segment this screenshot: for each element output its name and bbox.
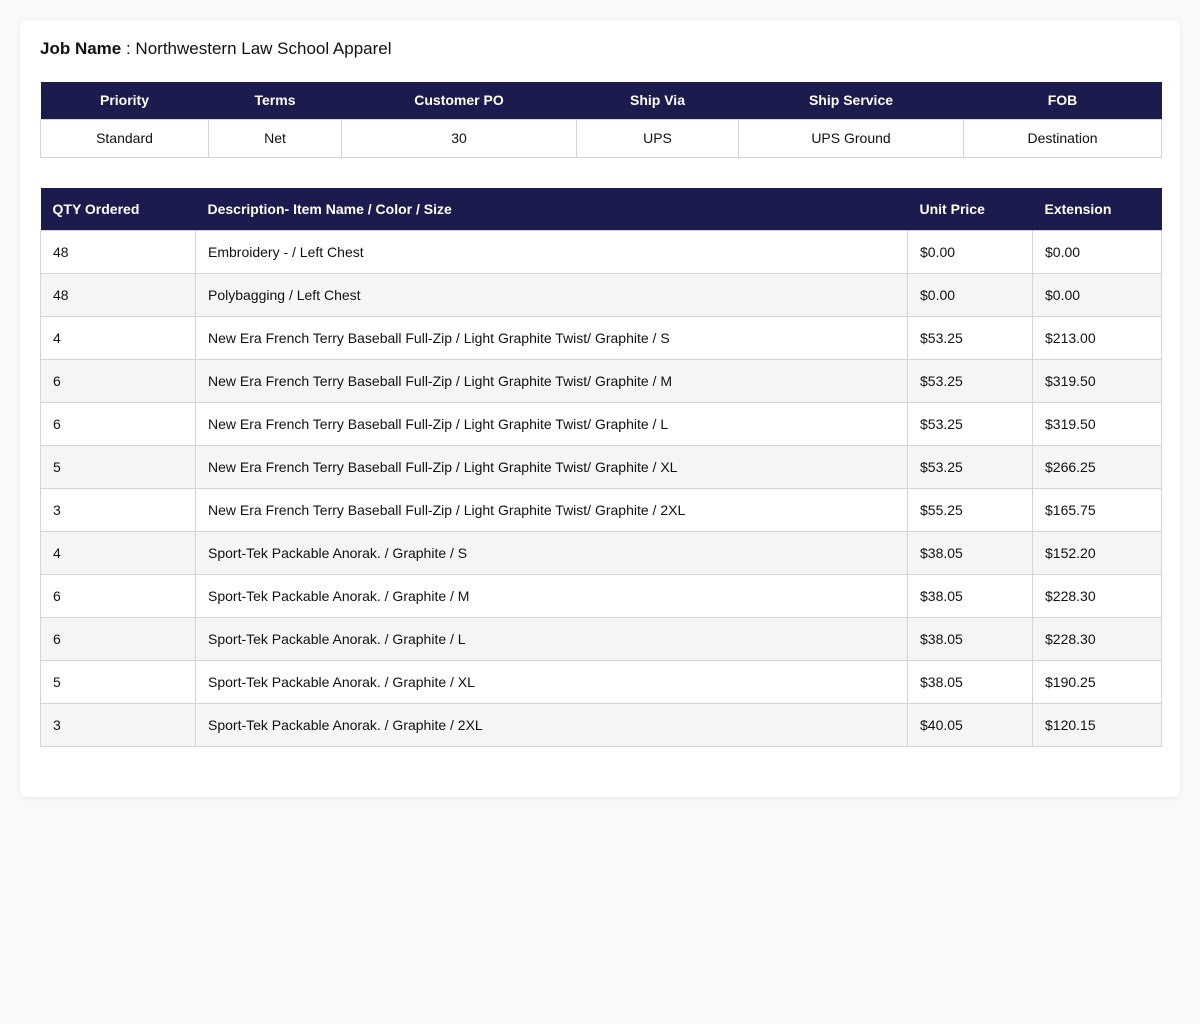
header-description: Description- Item Name / Color / Size: [195, 188, 908, 230]
cell-extension: $0.00: [1032, 229, 1162, 274]
table-row: 4 Sport-Tek Packable Anorak. / Graphite …: [40, 530, 1162, 575]
cell-extension: $319.50: [1032, 358, 1162, 403]
cell-extension: $213.00: [1032, 315, 1162, 360]
cell-unit-price: $38.05: [907, 659, 1033, 704]
table-row: 48 Embroidery - / Left Chest $0.00 $0.00: [40, 229, 1162, 274]
cell-description: New Era French Terry Baseball Full-Zip /…: [195, 444, 908, 489]
cell-unit-price: $53.25: [907, 358, 1033, 403]
table-row: 6 Sport-Tek Packable Anorak. / Graphite …: [40, 573, 1162, 618]
cell-qty: 5: [40, 659, 196, 704]
table-row: 3 New Era French Terry Baseball Full-Zip…: [40, 487, 1162, 532]
value-fob: Destination: [963, 118, 1162, 158]
cell-qty: 4: [40, 315, 196, 360]
cell-unit-price: $38.05: [907, 573, 1033, 618]
cell-unit-price: $53.25: [907, 315, 1033, 360]
cell-qty: 3: [40, 702, 196, 747]
order-card: Job Name : Northwestern Law School Appar…: [20, 20, 1180, 797]
table-row: 6 New Era French Terry Baseball Full-Zip…: [40, 401, 1162, 446]
cell-unit-price: $53.25: [907, 401, 1033, 446]
cell-description: New Era French Terry Baseball Full-Zip /…: [195, 358, 908, 403]
cell-qty: 48: [40, 272, 196, 317]
cell-extension: $152.20: [1032, 530, 1162, 575]
cell-description: Sport-Tek Packable Anorak. / Graphite / …: [195, 573, 908, 618]
cell-description: New Era French Terry Baseball Full-Zip /…: [195, 401, 908, 446]
value-terms: Net: [208, 118, 342, 158]
header-ship-service: Ship Service: [738, 82, 964, 119]
line-items-table: QTY Ordered Description- Item Name / Col…: [40, 188, 1162, 747]
job-name-line: Job Name : Northwestern Law School Appar…: [40, 38, 392, 60]
cell-qty: 48: [40, 229, 196, 274]
cell-description: Sport-Tek Packable Anorak. / Graphite / …: [195, 659, 908, 704]
header-terms: Terms: [208, 82, 342, 119]
job-name-separator: :: [121, 39, 136, 58]
cell-extension: $0.00: [1032, 272, 1162, 317]
cell-unit-price: $53.25: [907, 444, 1033, 489]
cell-unit-price: $38.05: [907, 530, 1033, 575]
cell-description: Sport-Tek Packable Anorak. / Graphite / …: [195, 530, 908, 575]
value-customer-po: 30: [341, 118, 577, 158]
cell-extension: $190.25: [1032, 659, 1162, 704]
order-info-value-row: Standard Net 30 UPS UPS Ground Destinati…: [40, 118, 1162, 158]
value-priority: Standard: [40, 118, 209, 158]
cell-description: Embroidery - / Left Chest: [195, 229, 908, 274]
cell-qty: 4: [40, 530, 196, 575]
job-name-label: Job Name: [40, 39, 122, 58]
cell-qty: 6: [40, 616, 196, 661]
job-name-value: Northwestern Law School Apparel: [135, 39, 392, 58]
cell-extension: $319.50: [1032, 401, 1162, 446]
cell-qty: 6: [40, 358, 196, 403]
line-items-header-row: QTY Ordered Description- Item Name / Col…: [40, 188, 1162, 230]
cell-description: Sport-Tek Packable Anorak. / Graphite / …: [195, 616, 908, 661]
header-qty-ordered: QTY Ordered: [40, 188, 196, 230]
table-row: 6 New Era French Terry Baseball Full-Zip…: [40, 358, 1162, 403]
cell-description: New Era French Terry Baseball Full-Zip /…: [195, 487, 908, 532]
cell-extension: $120.15: [1032, 702, 1162, 747]
cell-extension: $228.30: [1032, 616, 1162, 661]
cell-unit-price: $55.25: [907, 487, 1033, 532]
table-row: 48 Polybagging / Left Chest $0.00 $0.00: [40, 272, 1162, 317]
table-row: 3 Sport-Tek Packable Anorak. / Graphite …: [40, 702, 1162, 747]
table-row: 6 Sport-Tek Packable Anorak. / Graphite …: [40, 616, 1162, 661]
cell-description: Sport-Tek Packable Anorak. / Graphite / …: [195, 702, 908, 747]
order-info-table: Priority Terms Customer PO Ship Via Ship…: [40, 82, 1162, 158]
header-fob: FOB: [963, 82, 1162, 119]
cell-extension: $228.30: [1032, 573, 1162, 618]
header-unit-price: Unit Price: [907, 188, 1033, 230]
cell-description: New Era French Terry Baseball Full-Zip /…: [195, 315, 908, 360]
cell-qty: 5: [40, 444, 196, 489]
table-row: 5 New Era French Terry Baseball Full-Zip…: [40, 444, 1162, 489]
cell-qty: 6: [40, 573, 196, 618]
cell-qty: 6: [40, 401, 196, 446]
cell-unit-price: $40.05: [907, 702, 1033, 747]
cell-unit-price: $0.00: [907, 229, 1033, 274]
cell-unit-price: $0.00: [907, 272, 1033, 317]
header-extension: Extension: [1032, 188, 1162, 230]
header-customer-po: Customer PO: [341, 82, 577, 119]
header-priority: Priority: [40, 82, 209, 119]
header-ship-via: Ship Via: [576, 82, 739, 119]
cell-unit-price: $38.05: [907, 616, 1033, 661]
cell-extension: $165.75: [1032, 487, 1162, 532]
value-ship-via: UPS: [576, 118, 739, 158]
value-ship-service: UPS Ground: [738, 118, 964, 158]
order-info-header-row: Priority Terms Customer PO Ship Via Ship…: [40, 82, 1162, 119]
cell-qty: 3: [40, 487, 196, 532]
table-row: 5 Sport-Tek Packable Anorak. / Graphite …: [40, 659, 1162, 704]
table-row: 4 New Era French Terry Baseball Full-Zip…: [40, 315, 1162, 360]
cell-description: Polybagging / Left Chest: [195, 272, 908, 317]
cell-extension: $266.25: [1032, 444, 1162, 489]
